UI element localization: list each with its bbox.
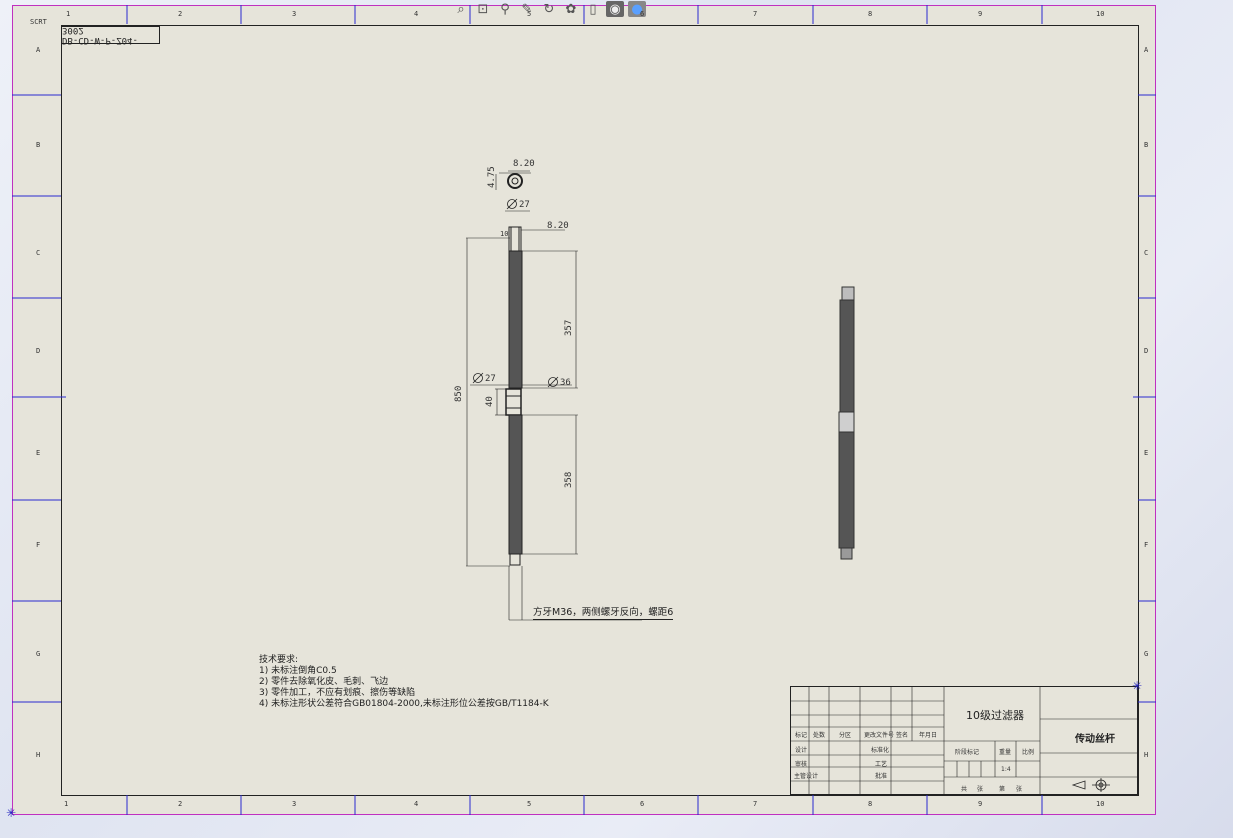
title-block: 标记 处数 分区 更改文件号 签名 年月日 设计 审核 主管设计 标准化 工艺 … [790, 686, 1138, 795]
svg-text:D: D [1144, 347, 1148, 355]
note-4: 4) 未标注形状公差符合GB01804-2000,未标注形位公差按GB/T118… [259, 699, 549, 709]
svg-text:1: 1 [64, 800, 68, 808]
svg-text:G: G [36, 650, 40, 658]
svg-text:E: E [1144, 449, 1148, 457]
svg-text:8: 8 [868, 800, 872, 808]
svg-text:D: D [36, 347, 40, 355]
note-1: 1) 未标注倒角C0.5 [259, 666, 337, 676]
svg-text:2: 2 [178, 10, 182, 18]
svg-text:7: 7 [753, 800, 757, 808]
dim-850: 850 [454, 386, 464, 402]
dim-dia-mid-left: 27 [485, 374, 496, 384]
svg-text:F: F [1144, 541, 1148, 549]
svg-text:3: 3 [292, 800, 296, 808]
svg-text:H: H [36, 751, 40, 759]
dim-dia-top: 27 [519, 200, 530, 210]
svg-text:B: B [1144, 141, 1148, 149]
thread-callout: 方牙M36，两侧螺牙反向，螺距6 [533, 604, 674, 620]
dim-358: 358 [564, 472, 574, 488]
company-name: 10级过滤器 [966, 709, 1024, 722]
screw-front-view [466, 170, 642, 621]
svg-text:3: 3 [292, 10, 296, 18]
svg-text:7: 7 [753, 10, 757, 18]
svg-text:E: E [36, 449, 40, 457]
scale-value: 1:4 [1001, 766, 1011, 773]
note-2: 2) 零件去除氧化皮、毛刺、飞边 [259, 677, 389, 687]
svg-text:G: G [1144, 650, 1148, 658]
svg-text:1: 1 [66, 10, 70, 18]
svg-text:10: 10 [1096, 10, 1104, 18]
svg-text:6: 6 [640, 800, 644, 808]
dim-top-width: 8.20 [513, 159, 535, 169]
svg-text:F: F [36, 541, 40, 549]
dim-820: 8.20 [547, 221, 569, 231]
origin-marker-icon: ✳ [6, 806, 17, 820]
svg-text:C: C [1144, 249, 1148, 257]
svg-text:H: H [1144, 751, 1148, 759]
dim-40: 40 [485, 396, 495, 407]
svg-text:C: C [36, 249, 40, 257]
dim-dia-mid-right: 36 [560, 378, 571, 388]
svg-text:8: 8 [868, 10, 872, 18]
svg-text:6: 6 [640, 10, 644, 18]
sheet-label: SCRT [30, 18, 48, 26]
svg-text:4: 4 [414, 800, 418, 808]
svg-text:9: 9 [978, 800, 982, 808]
svg-text:5: 5 [527, 10, 531, 18]
svg-text:5: 5 [527, 800, 531, 808]
part-name: 传动丝杆 [1075, 734, 1115, 745]
technical-notes: 技术要求: 1) 未标注倒角C0.5 2) 零件去除氧化皮、毛刺、飞边 3) 零… [259, 655, 549, 710]
svg-text:4: 4 [414, 10, 418, 18]
screw-iso-view [838, 286, 855, 560]
svg-text:B: B [36, 141, 40, 149]
note-3: 3) 零件加工，不应有划痕、擦伤等缺陷 [259, 688, 416, 698]
svg-text:A: A [36, 46, 41, 54]
svg-text:A: A [1144, 46, 1149, 54]
svg-text:2: 2 [178, 800, 182, 808]
svg-text:10: 10 [1096, 800, 1104, 808]
dim-357: 357 [564, 320, 574, 336]
anchor-marker-icon: ✳ [1132, 679, 1143, 693]
notes-heading: 技术要求: [259, 655, 299, 665]
svg-text:9: 9 [978, 10, 982, 18]
dim-top-height: 4.75 [487, 166, 497, 188]
dim-small-10: 10 [500, 230, 508, 238]
